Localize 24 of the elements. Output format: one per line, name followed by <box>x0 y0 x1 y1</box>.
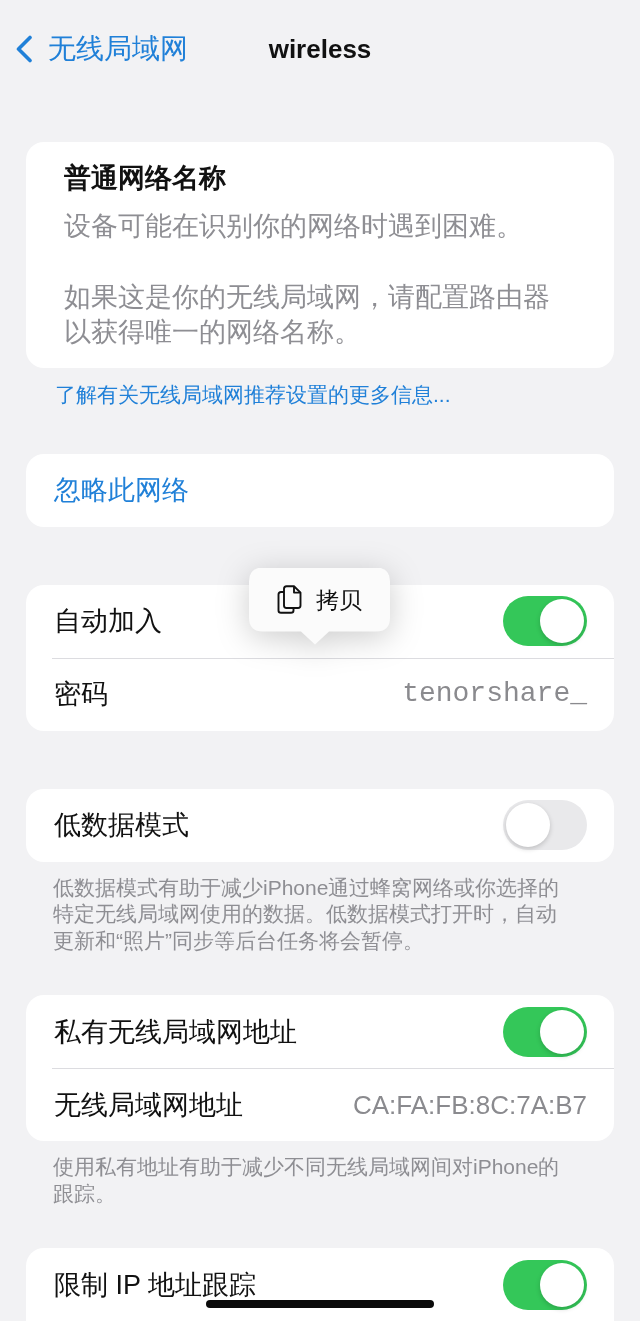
toggle-switch[interactable] <box>503 1259 587 1310</box>
back-button[interactable]: 无线局域网 <box>15 32 188 66</box>
toggle-switch[interactable] <box>503 800 587 850</box>
setting-label: 无线局域网地址 <box>54 1088 243 1122</box>
notice-title: 普通网络名称 <box>64 162 227 195</box>
setting-label: 自动加入 <box>54 605 162 638</box>
notice-text: 设备可能在识别你的网络时遇到困难。 <box>64 210 524 243</box>
chevron-left-icon <box>15 35 33 63</box>
section-footer: 低数据模式有助于减少iPhone通过蜂窝网络或你选择的特定无线局域网使用的数据。低数据模式打开时，自动更新和“照片”同步等后台任务将会暂停。 <box>26 874 591 954</box>
setting-label: 密码 <box>54 678 108 711</box>
setting-label: 私有无线局域网地址 <box>54 1015 297 1049</box>
copy-icon <box>277 585 302 614</box>
toggle-switch[interactable] <box>503 1006 587 1057</box>
page-title: wireless <box>268 33 372 66</box>
setting-label: 低数据模式 <box>54 809 189 842</box>
info-link[interactable]: 了解有关无线局域网推荐设置的更多信息... <box>26 381 614 408</box>
password-value: tenorshare_ <box>402 677 587 711</box>
notice-text: 如果这是你的无线局域网，请配置路由器以获得唯一的网络名称。 <box>64 281 551 349</box>
section-footer: 使用私有地址有助于减少不同无线局域网间对iPhone的跟踪。 <box>26 1154 591 1207</box>
setting-label: 限制 IP 地址跟踪 <box>54 1268 257 1302</box>
copy-button[interactable]: 拷贝 <box>249 567 390 645</box>
setting-value: CA:FA:FB:8C:7A:B7 <box>352 1088 587 1122</box>
action-item[interactable]: 忽略此网络 <box>54 473 189 507</box>
toggle-switch[interactable] <box>503 596 587 646</box>
